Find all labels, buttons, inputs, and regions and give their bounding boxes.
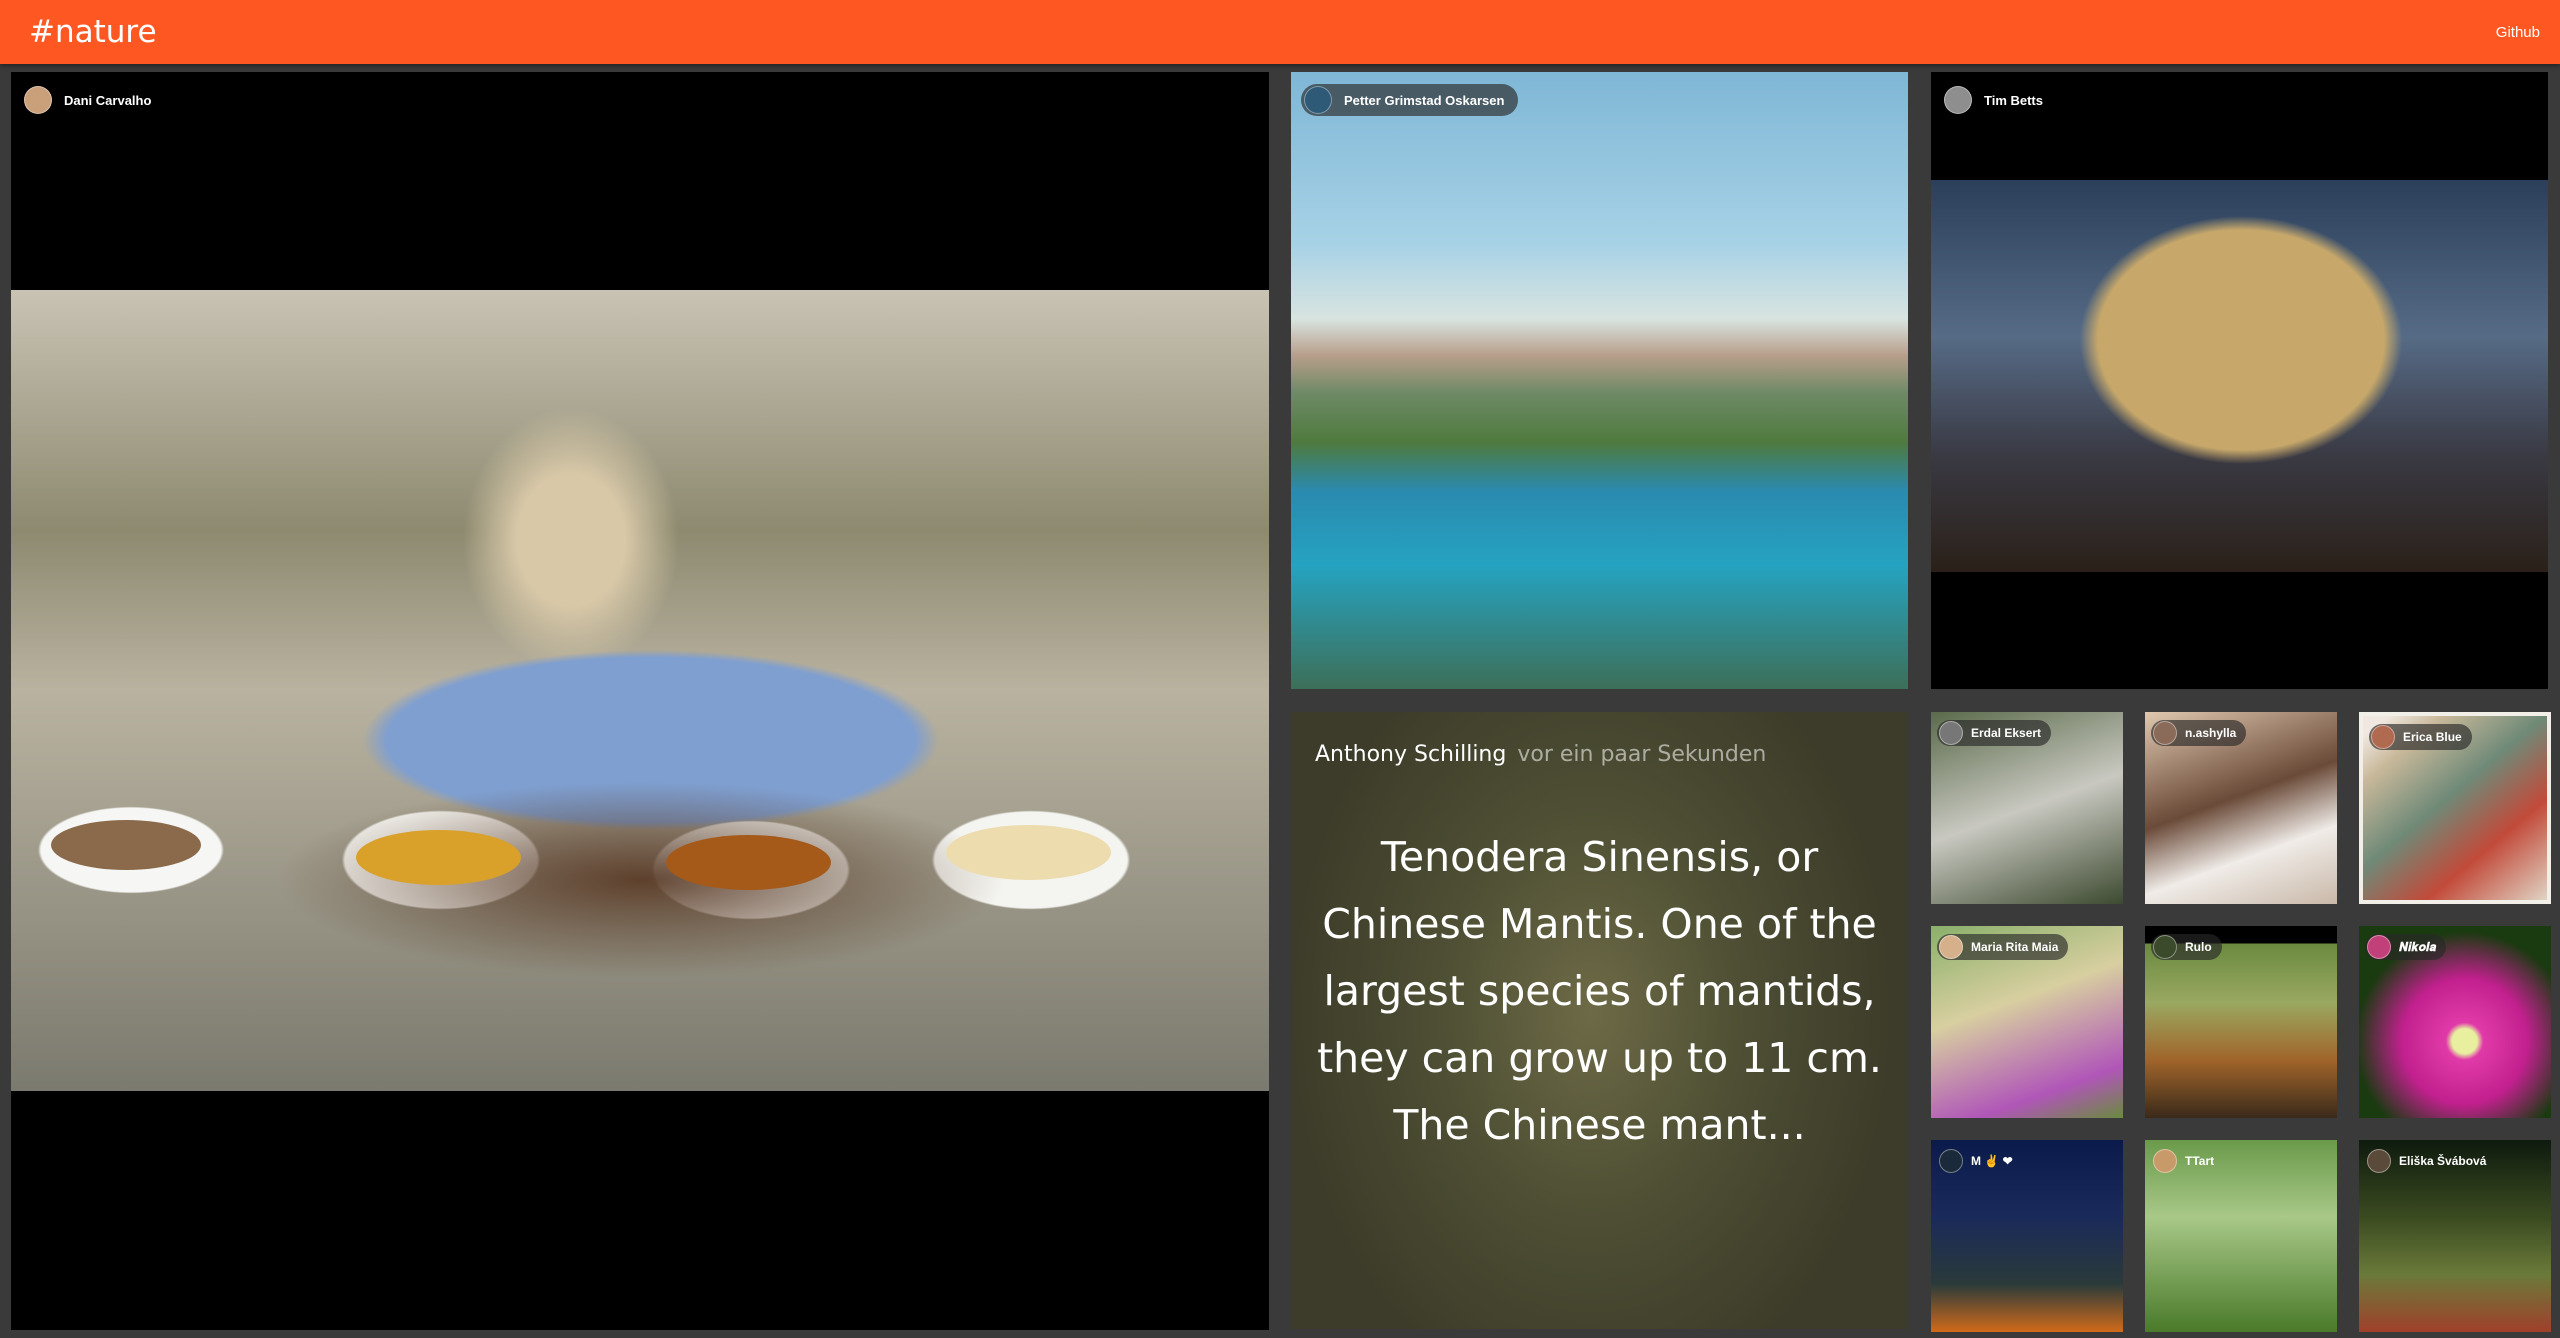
top-app-bar: #nature Github [0,0,2560,64]
avatar [2367,1149,2391,1173]
author-chip[interactable]: Petter Grimstad Oskarsen [1301,84,1519,116]
photo-tile-food[interactable]: Dani Carvalho [11,72,1269,1330]
post-meta: Anthony Schilling vor ein paar Sekunden [1315,742,1766,767]
avatar [2371,725,2395,749]
author-chip[interactable]: Eliška Švábová [2365,1148,2496,1174]
author-chip[interactable]: Dani Carvalho [21,84,165,116]
photo-tile-small[interactable]: 𝑵𝒊𝒌𝒐𝒍𝒂 [2359,926,2551,1118]
text-post-tile[interactable]: Anthony Schilling vor ein paar Sekunden … [1291,712,1908,1329]
avatar [2153,1149,2177,1173]
author-name: 𝑵𝒊𝒌𝒐𝒍𝒂 [2399,939,2437,954]
food-bowl-puree [946,825,1111,880]
author-name: Tim Betts [1984,92,2043,108]
author-name: Erdal Eksert [1971,726,2042,740]
avatar [1939,935,1963,959]
author-chip[interactable]: M ✌ ❤ [1937,1148,2023,1174]
avatar [1939,721,1963,745]
author-name: Eliška Švábová [2399,1154,2487,1168]
author-chip[interactable]: Maria Rita Maia [1937,934,2069,960]
page-title: #nature [29,14,157,50]
food-bowl-grain [51,820,201,870]
photo-tile-building[interactable]: Tim Betts [1931,72,2548,689]
photo-tile-small[interactable]: Erica Blue [2359,712,2551,904]
author-name: TTart [2185,1154,2215,1168]
photo-tile-small[interactable]: M ✌ ❤ [1931,1140,2123,1332]
author-name: Petter Grimstad Oskarsen [1344,92,1505,108]
author-name: n.ashylla [2185,726,2237,740]
author-name: Rulo [2185,940,2212,954]
author-chip[interactable]: Rulo [2151,934,2222,960]
photo-tile-small[interactable]: Erdal Eksert [1931,712,2123,904]
food-photo [11,290,1269,1091]
building-photo [1931,180,2548,572]
author-chip[interactable]: Erica Blue [2369,724,2472,750]
post-author[interactable]: Anthony Schilling [1315,742,1506,767]
author-name: M ✌ ❤ [1971,1154,2013,1168]
author-chip[interactable]: n.ashylla [2151,720,2247,746]
author-chip[interactable]: 𝑵𝒊𝒌𝒐𝒍𝒂 [2365,934,2447,960]
photo-tile-small[interactable]: TTart [2145,1140,2337,1332]
avatar [2153,935,2177,959]
avatar [1939,1149,1963,1173]
avatar [1944,86,1972,114]
author-name: Dani Carvalho [64,92,152,108]
author-chip[interactable]: Tim Betts [1941,84,2057,116]
food-bowl-stew [666,835,831,890]
photo-tile-fjord[interactable]: Petter Grimstad Oskarsen [1291,72,1908,689]
post-body: Tenodera Sinensis, or Chinese Mantis. On… [1317,833,1882,1149]
avatar [1304,86,1332,114]
avatar [24,86,52,114]
photo-tile-small[interactable]: Maria Rita Maia [1931,926,2123,1118]
author-chip[interactable]: TTart [2151,1148,2224,1174]
avatar [2367,935,2391,959]
photo-tile-small[interactable]: Eliška Švábová [2359,1140,2551,1332]
author-name: Erica Blue [2403,730,2462,744]
photo-tile-small[interactable]: n.ashylla [2145,712,2337,904]
post-time: vor ein paar Sekunden [1517,742,1767,767]
author-chip[interactable]: Erdal Eksert [1937,720,2052,746]
author-name: Maria Rita Maia [1971,940,2059,954]
photo-tile-small[interactable]: Rulo [2145,926,2337,1118]
avatar [2153,721,2177,745]
food-bowl-rice [356,830,521,885]
github-link[interactable]: Github [2496,24,2540,41]
